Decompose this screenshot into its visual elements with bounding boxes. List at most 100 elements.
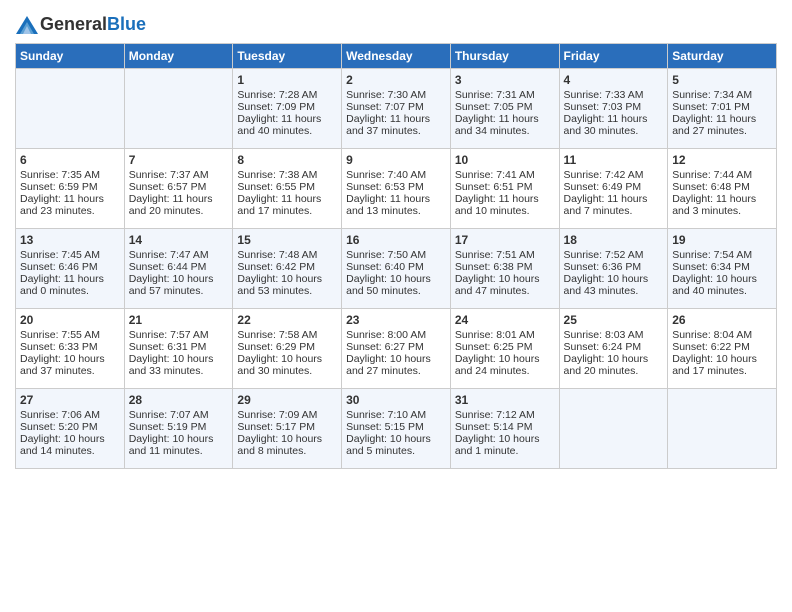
- day-info: Daylight: 10 hours and 40 minutes.: [672, 273, 772, 297]
- day-number: 17: [455, 233, 555, 247]
- logo-general: General: [40, 14, 107, 34]
- day-info: Sunset: 7:07 PM: [346, 101, 446, 113]
- day-number: 22: [237, 313, 337, 327]
- day-info: Daylight: 10 hours and 1 minute.: [455, 433, 555, 457]
- day-info: Sunset: 6:57 PM: [129, 181, 229, 193]
- calendar-cell: 18Sunrise: 7:52 AMSunset: 6:36 PMDayligh…: [559, 229, 668, 309]
- day-info: Daylight: 10 hours and 43 minutes.: [564, 273, 664, 297]
- day-number: 29: [237, 393, 337, 407]
- day-info: Sunrise: 8:00 AM: [346, 329, 446, 341]
- day-info: Sunrise: 7:06 AM: [20, 409, 120, 421]
- day-number: 6: [20, 153, 120, 167]
- calendar-cell: 9Sunrise: 7:40 AMSunset: 6:53 PMDaylight…: [342, 149, 451, 229]
- day-info: Sunset: 5:19 PM: [129, 421, 229, 433]
- calendar-cell: 29Sunrise: 7:09 AMSunset: 5:17 PMDayligh…: [233, 389, 342, 469]
- day-info: Daylight: 10 hours and 20 minutes.: [564, 353, 664, 377]
- calendar-cell: 28Sunrise: 7:07 AMSunset: 5:19 PMDayligh…: [124, 389, 233, 469]
- day-info: Sunrise: 7:10 AM: [346, 409, 446, 421]
- day-number: 1: [237, 73, 337, 87]
- day-number: 8: [237, 153, 337, 167]
- day-number: 4: [564, 73, 664, 87]
- calendar-cell: 30Sunrise: 7:10 AMSunset: 5:15 PMDayligh…: [342, 389, 451, 469]
- day-info: Daylight: 10 hours and 30 minutes.: [237, 353, 337, 377]
- day-info: Sunset: 6:36 PM: [564, 261, 664, 273]
- calendar-cell: [559, 389, 668, 469]
- day-info: Daylight: 10 hours and 14 minutes.: [20, 433, 120, 457]
- day-info: Sunrise: 7:55 AM: [20, 329, 120, 341]
- col-header-monday: Monday: [124, 44, 233, 69]
- day-info: Sunrise: 7:31 AM: [455, 89, 555, 101]
- calendar-cell: [668, 389, 777, 469]
- logo-blue: Blue: [107, 14, 146, 34]
- calendar-cell: 26Sunrise: 8:04 AMSunset: 6:22 PMDayligh…: [668, 309, 777, 389]
- calendar-cell: 22 Sunrise: 7:58 AMSunset: 6:29 PMDayligh…: [233, 309, 342, 389]
- day-info: Sunset: 7:01 PM: [672, 101, 772, 113]
- calendar-cell: 23Sunrise: 8:00 AMSunset: 6:27 PMDayligh…: [342, 309, 451, 389]
- calendar-cell: 16Sunrise: 7:50 AMSunset: 6:40 PMDayligh…: [342, 229, 451, 309]
- calendar-cell: 20Sunrise: 7:55 AMSunset: 6:33 PMDayligh…: [16, 309, 125, 389]
- day-info: Daylight: 11 hours and 23 minutes.: [20, 193, 120, 217]
- week-row-1: 1Sunrise: 7:28 AMSunset: 7:09 PMDaylight…: [16, 69, 777, 149]
- day-number: 30: [346, 393, 446, 407]
- week-row-3: 13Sunrise: 7:45 AMSunset: 6:46 PMDayligh…: [16, 229, 777, 309]
- day-info: Sunset: 6:29 PM: [237, 341, 337, 353]
- day-number: 14: [129, 233, 229, 247]
- day-info: Sunset: 7:05 PM: [455, 101, 555, 113]
- day-info: Sunset: 5:15 PM: [346, 421, 446, 433]
- day-number: 31: [455, 393, 555, 407]
- day-info: Sunset: 6:38 PM: [455, 261, 555, 273]
- day-info: Sunset: 6:55 PM: [237, 181, 337, 193]
- day-info: Sunset: 6:49 PM: [564, 181, 664, 193]
- day-number: 25: [564, 313, 664, 327]
- day-info: Daylight: 11 hours and 7 minutes.: [564, 193, 664, 217]
- calendar-cell: 6Sunrise: 7:35 AMSunset: 6:59 PMDaylight…: [16, 149, 125, 229]
- calendar-cell: 8Sunrise: 7:38 AMSunset: 6:55 PMDaylight…: [233, 149, 342, 229]
- day-info: Daylight: 10 hours and 53 minutes.: [237, 273, 337, 297]
- calendar-cell: 31Sunrise: 7:12 AMSunset: 5:14 PMDayligh…: [450, 389, 559, 469]
- day-info: Sunrise: 7:50 AM: [346, 249, 446, 261]
- day-info: Sunset: 6:51 PM: [455, 181, 555, 193]
- day-info: Daylight: 11 hours and 27 minutes.: [672, 113, 772, 137]
- day-info: Daylight: 11 hours and 0 minutes.: [20, 273, 120, 297]
- header-row: SundayMondayTuesdayWednesdayThursdayFrid…: [16, 44, 777, 69]
- day-number: 13: [20, 233, 120, 247]
- page: GeneralBlue SundayMondayTuesdayWednesday…: [0, 0, 792, 484]
- week-row-5: 27Sunrise: 7:06 AMSunset: 5:20 PMDayligh…: [16, 389, 777, 469]
- day-info: Daylight: 10 hours and 50 minutes.: [346, 273, 446, 297]
- day-number: 10: [455, 153, 555, 167]
- day-info: Sunset: 7:03 PM: [564, 101, 664, 113]
- day-info: Sunrise: 7:30 AM: [346, 89, 446, 101]
- calendar-cell: 7Sunrise: 7:37 AMSunset: 6:57 PMDaylight…: [124, 149, 233, 229]
- day-info: Sunrise: 7:58 AM: [237, 329, 337, 341]
- day-number: 27: [20, 393, 120, 407]
- day-number: 7: [129, 153, 229, 167]
- calendar-cell: 12Sunrise: 7:44 AMSunset: 6:48 PMDayligh…: [668, 149, 777, 229]
- day-info: Sunrise: 7:28 AM: [237, 89, 337, 101]
- day-info: Daylight: 10 hours and 27 minutes.: [346, 353, 446, 377]
- day-number: 2: [346, 73, 446, 87]
- day-number: 18: [564, 233, 664, 247]
- col-header-tuesday: Tuesday: [233, 44, 342, 69]
- calendar-cell: 14Sunrise: 7:47 AMSunset: 6:44 PMDayligh…: [124, 229, 233, 309]
- day-info: Daylight: 10 hours and 57 minutes.: [129, 273, 229, 297]
- week-row-4: 20Sunrise: 7:55 AMSunset: 6:33 PMDayligh…: [16, 309, 777, 389]
- day-number: 28: [129, 393, 229, 407]
- day-info: Sunrise: 7:35 AM: [20, 169, 120, 181]
- day-info: Sunrise: 7:33 AM: [564, 89, 664, 101]
- day-number: 5: [672, 73, 772, 87]
- day-info: Sunrise: 7:57 AM: [129, 329, 229, 341]
- day-info: Sunrise: 7:45 AM: [20, 249, 120, 261]
- logo: GeneralBlue: [15, 14, 146, 35]
- day-info: Sunrise: 7:07 AM: [129, 409, 229, 421]
- calendar-cell: 13Sunrise: 7:45 AMSunset: 6:46 PMDayligh…: [16, 229, 125, 309]
- day-info: Sunrise: 7:34 AM: [672, 89, 772, 101]
- day-number: 19: [672, 233, 772, 247]
- day-info: Sunset: 5:20 PM: [20, 421, 120, 433]
- day-number: 15: [237, 233, 337, 247]
- col-header-sunday: Sunday: [16, 44, 125, 69]
- day-info: Daylight: 10 hours and 24 minutes.: [455, 353, 555, 377]
- day-info: Daylight: 11 hours and 30 minutes.: [564, 113, 664, 137]
- day-info: Daylight: 10 hours and 47 minutes.: [455, 273, 555, 297]
- calendar-cell: 4 Sunrise: 7:33 AMSunset: 7:03 PMDaylight…: [559, 69, 668, 149]
- day-info: Sunset: 6:44 PM: [129, 261, 229, 273]
